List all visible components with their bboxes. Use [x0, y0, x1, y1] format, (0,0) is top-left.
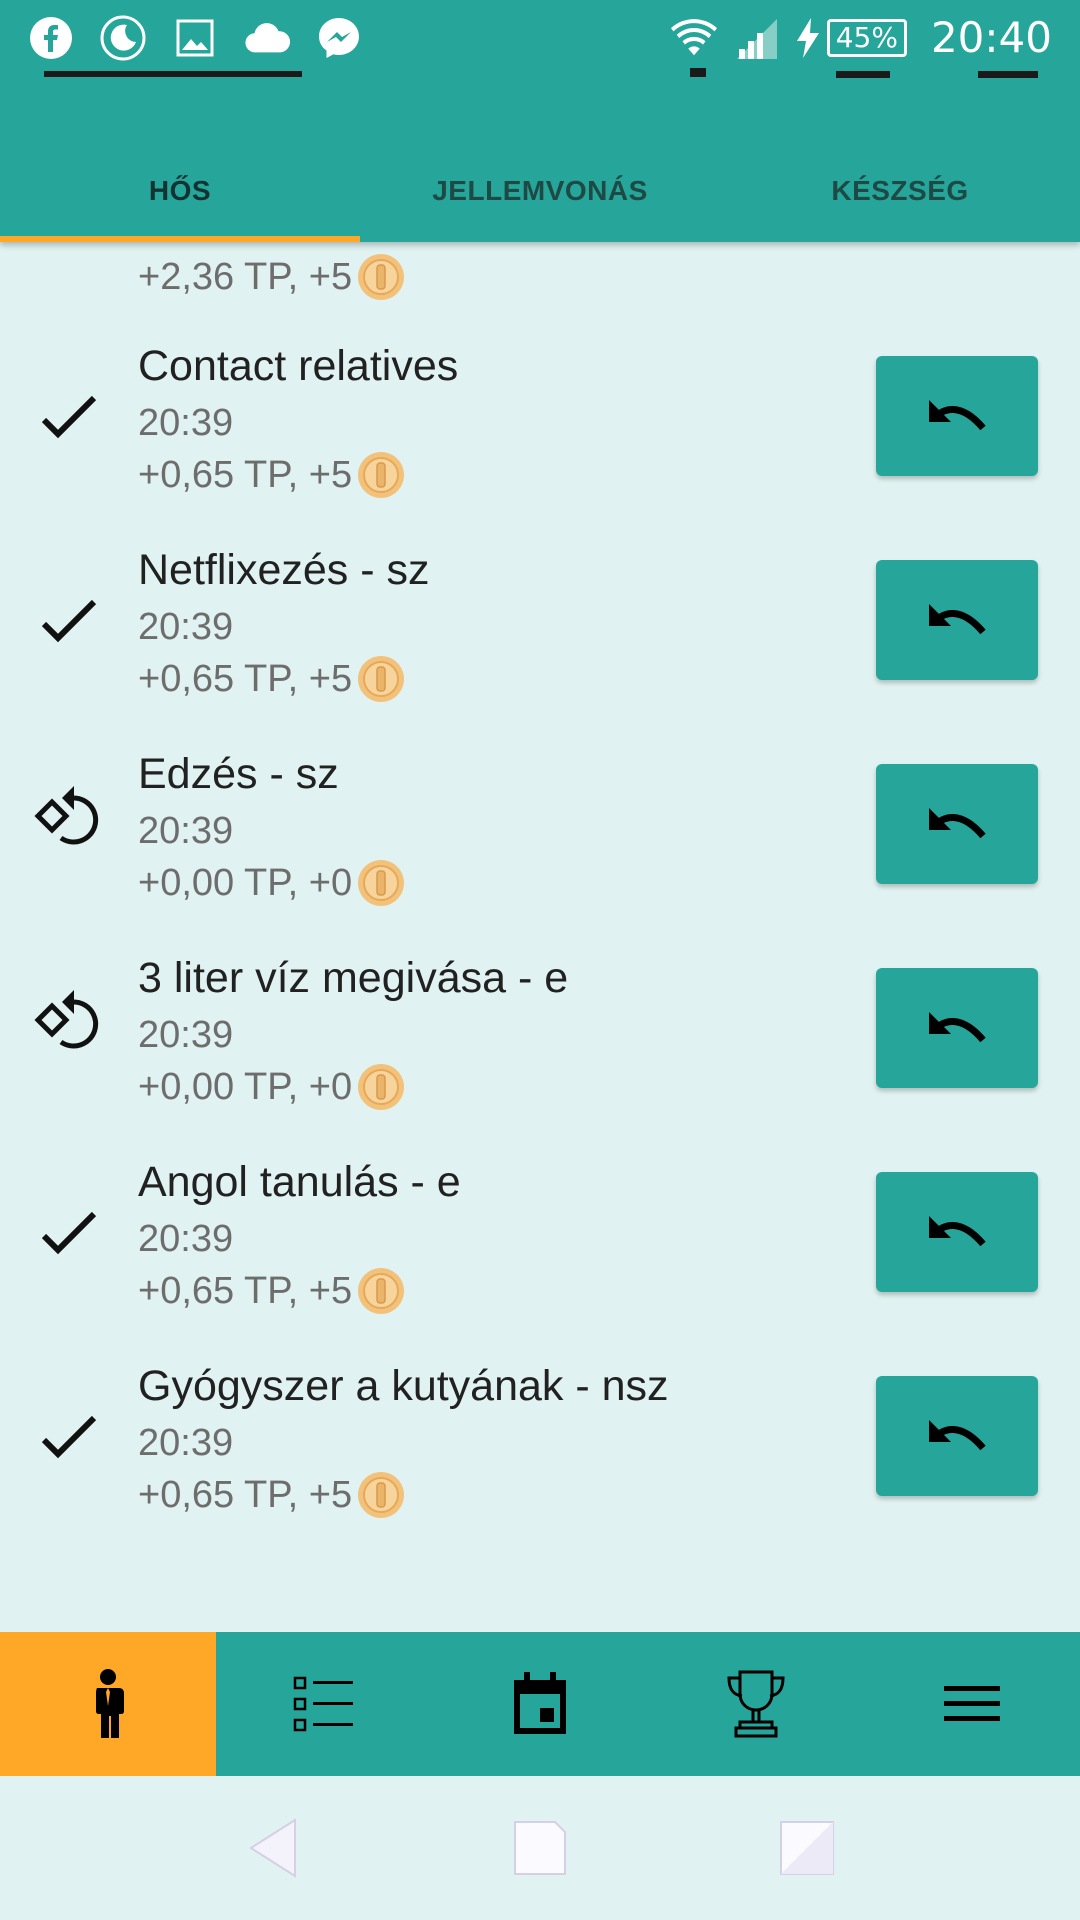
app-bar: 45% 20:40 HŐS JELLEMVONÁS KÉSZSÉG: [0, 0, 1080, 242]
status-bar: 45% 20:40: [0, 0, 1080, 75]
undo-button[interactable]: [876, 764, 1038, 884]
undo-button[interactable]: [876, 1172, 1038, 1292]
reward-label: +0,65 TP, +5: [138, 1269, 353, 1312]
messenger-icon: [316, 15, 362, 61]
task-time: 20:39: [138, 402, 234, 444]
nav-tasks[interactable]: [216, 1632, 432, 1776]
list-item: 3 liter víz megivása - e 20:39 +0,00 TP, +…: [0, 944, 1080, 1148]
facebook-icon: [28, 15, 74, 61]
moon-icon: [100, 15, 146, 61]
gold-coin-icon: [358, 860, 405, 906]
check-icon: [41, 1415, 97, 1459]
undo-button[interactable]: [876, 1376, 1038, 1496]
task-time: 20:39: [138, 606, 234, 648]
task-time: 20:39: [138, 1218, 234, 1260]
task-reward: +0,65 TP, +5: [138, 654, 406, 704]
task-title: Contact relatives: [138, 342, 459, 390]
nav-achievements[interactable]: [648, 1632, 864, 1776]
recents-icon[interactable]: [777, 1818, 837, 1878]
reward-label: +0,65 TP, +5: [138, 1473, 353, 1516]
task-time: 20:39: [138, 1014, 234, 1056]
undo-icon: [929, 400, 986, 431]
trophy-icon: [727, 1670, 785, 1738]
task-reward: +0,65 TP, +5: [138, 1470, 406, 1520]
charging-bolt-icon: [796, 17, 819, 58]
task-title: Gyógyszer a kutyának - nsz: [138, 1362, 669, 1410]
signal-icon: [733, 15, 779, 61]
gold-coin-icon: [358, 452, 405, 498]
gold-coin-icon: [358, 1268, 405, 1314]
nav-hero[interactable]: [0, 1632, 216, 1776]
home-icon[interactable]: [509, 1816, 571, 1880]
task-reward: +0,65 TP, +5: [138, 1266, 406, 1316]
reward-label: +0,65 TP, +5: [138, 453, 353, 496]
undo-button[interactable]: [876, 968, 1038, 1088]
task-reward: +0,65 TP, +5: [138, 450, 406, 500]
reward-label: +2,36 TP, +5: [138, 255, 353, 298]
tab-bar: HŐS JELLEMVONÁS KÉSZSÉG: [0, 140, 1080, 242]
cloud-icon: [244, 15, 290, 61]
checklist-icon: [293, 1676, 353, 1732]
bottom-navigation: [0, 1632, 1080, 1776]
wifi-icon: [670, 15, 717, 61]
gold-coin-icon: [358, 254, 405, 300]
task-reward: +0,00 TP, +0: [138, 858, 406, 908]
list-item: Angol tanulás - e 20:39 +0,65 TP, +5: [0, 1148, 1080, 1352]
undo-button[interactable]: [876, 560, 1038, 680]
check-icon: [41, 1211, 97, 1255]
list-item: Netflixezés - sz 20:39 +0,65 TP, +5: [0, 536, 1080, 740]
gold-coin-icon: [358, 656, 405, 702]
system-navigation-bar: [0, 1776, 1080, 1920]
gold-coin-icon: [358, 1064, 405, 1110]
list-item: Gyógyszer a kutyának - nsz 20:39 +0,65 TP,…: [0, 1352, 1080, 1556]
reward-label: +0,00 TP, +0: [138, 1065, 353, 1108]
task-time: 20:39: [138, 810, 234, 852]
tab-skills[interactable]: KÉSZSÉG: [720, 140, 1080, 242]
task-title: Edzés - sz: [138, 750, 339, 798]
toolbar-fragment: [44, 71, 302, 77]
undo-icon: [929, 1216, 986, 1247]
toolbar-icon-fragment: [978, 71, 1038, 78]
calendar-icon: [514, 1672, 566, 1734]
task-reward: +0,00 TP, +0: [138, 1062, 406, 1112]
undo-icon: [929, 1012, 986, 1043]
battery-level: 45%: [826, 18, 907, 57]
menu-icon: [944, 1686, 1000, 1721]
nav-menu[interactable]: [864, 1632, 1080, 1776]
undo-icon: [929, 1420, 986, 1451]
undo-icon: [929, 604, 986, 635]
undo-button[interactable]: [876, 356, 1038, 476]
task-time: 20:39: [138, 1422, 234, 1464]
toolbar-icon-fragment: [836, 71, 890, 78]
task-title: Netflixezés - sz: [138, 546, 430, 594]
hero-person-icon: [96, 1669, 124, 1738]
list-item: Edzés - sz 20:39 +0,00 TP, +0: [0, 740, 1080, 944]
check-icon: [41, 395, 97, 439]
clock: 20:40: [930, 13, 1052, 62]
check-icon: [41, 599, 97, 643]
task-title: 3 liter víz megivása - e: [138, 954, 569, 1002]
reward-label: +0,65 TP, +5: [138, 657, 353, 700]
tab-traits[interactable]: JELLEMVONÁS: [360, 140, 720, 242]
reward-label: +0,00 TP, +0: [138, 861, 353, 904]
gallery-icon: [172, 15, 218, 61]
gold-coin-icon: [358, 1472, 405, 1518]
toolbar-icon-fragment: [690, 68, 706, 77]
reward-text: +2,36 TP, +5: [138, 252, 406, 302]
battery-indicator: 45%: [795, 17, 907, 59]
undo-icon: [929, 808, 986, 839]
skip-rotate-icon: [34, 990, 99, 1049]
tab-hero[interactable]: HŐS: [0, 140, 360, 242]
list-item: Contact relatives 20:39 +0,65 TP, +5: [0, 332, 1080, 536]
back-icon[interactable]: [243, 1816, 303, 1880]
skip-rotate-icon: [34, 786, 99, 845]
task-title: Angol tanulás - e: [138, 1158, 461, 1206]
nav-calendar[interactable]: [432, 1632, 648, 1776]
